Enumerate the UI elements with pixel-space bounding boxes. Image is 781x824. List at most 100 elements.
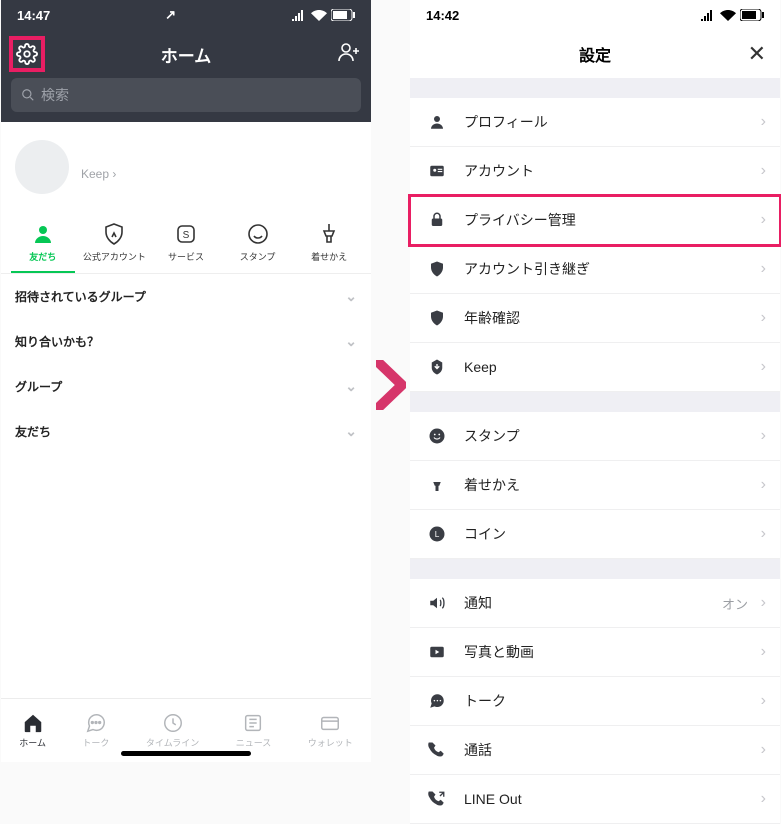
settings-row-download[interactable]: Keep› bbox=[410, 343, 780, 392]
row-friends[interactable]: 友だち⌄ bbox=[1, 409, 371, 454]
status-bar: 14:47 ↗ bbox=[1, 0, 371, 30]
lock-icon bbox=[426, 211, 448, 229]
tab-friends[interactable]: 友だち bbox=[11, 222, 75, 273]
chevron-right-icon: › bbox=[761, 741, 766, 759]
close-button[interactable]: ✕ bbox=[748, 41, 766, 67]
settings-row-label: 年齢確認 bbox=[464, 308, 520, 328]
settings-row-smile[interactable]: スタンプ › bbox=[410, 412, 780, 461]
bt-news[interactable]: ニュース bbox=[236, 712, 272, 749]
settings-row-label: 写真と動画 bbox=[464, 642, 534, 662]
shield-icon bbox=[426, 309, 448, 327]
row-groups[interactable]: グループ⌄ bbox=[1, 364, 371, 409]
status-bar: 14:42 bbox=[410, 0, 780, 30]
status-icons bbox=[291, 9, 355, 21]
status-icons bbox=[700, 9, 764, 21]
id-icon bbox=[426, 162, 448, 180]
add-friend-button[interactable] bbox=[337, 40, 361, 69]
chevron-right-icon: › bbox=[761, 162, 766, 180]
settings-row-side: オン bbox=[722, 594, 748, 613]
phone-home-screen: 14:47 ↗ ホーム 検索 Keep 友だち bbox=[1, 0, 371, 762]
chevron-right-icon: › bbox=[761, 113, 766, 131]
section-gap bbox=[410, 559, 780, 579]
settings-button[interactable] bbox=[11, 38, 43, 70]
section-gap bbox=[410, 78, 780, 98]
row-invited-groups[interactable]: 招待されているグループ⌄ bbox=[1, 274, 371, 319]
chevron-right-icon: › bbox=[761, 309, 766, 327]
bt-talk[interactable]: トーク bbox=[82, 712, 109, 749]
bt-timeline[interactable]: タイムライン bbox=[146, 712, 199, 749]
bt-wallet[interactable]: ウォレット bbox=[308, 712, 353, 749]
chevron-right-icon: › bbox=[761, 427, 766, 445]
tab-official[interactable]: 公式アカウント bbox=[82, 222, 146, 273]
settings-row-label: 通話 bbox=[464, 740, 492, 760]
settings-row-label: プロフィール bbox=[464, 112, 548, 132]
settings-row-label: スタンプ bbox=[464, 426, 520, 446]
settings-row-label: トーク bbox=[464, 691, 506, 711]
shield-icon bbox=[102, 222, 126, 246]
settings-row-label: アカウント bbox=[464, 161, 534, 181]
nav-bar: 設定 ✕ bbox=[410, 30, 780, 78]
media-icon bbox=[426, 643, 448, 661]
settings-row-label: プライバシー管理 bbox=[464, 210, 576, 230]
chevron-right-icon: › bbox=[761, 692, 766, 710]
news-icon bbox=[242, 712, 264, 734]
chat-icon bbox=[426, 692, 448, 710]
clock-icon bbox=[162, 712, 184, 734]
settings-row-phone-out[interactable]: LINE Out› bbox=[410, 775, 780, 824]
settings-row-label: 着せかえ bbox=[464, 475, 520, 495]
settings-row-shield[interactable]: 年齢確認 › bbox=[410, 294, 780, 343]
chevron-down-icon: ⌄ bbox=[345, 378, 357, 395]
home-indicator bbox=[121, 751, 251, 756]
wallet-icon bbox=[319, 712, 341, 734]
keep-link[interactable]: Keep bbox=[81, 167, 116, 181]
tab-stamp[interactable]: スタンプ bbox=[226, 222, 290, 273]
shield-icon bbox=[426, 260, 448, 278]
settings-row-chat[interactable]: トーク › bbox=[410, 677, 780, 726]
chevron-right-icon: › bbox=[761, 643, 766, 661]
settings-row-label: 通知 bbox=[464, 593, 492, 613]
bt-home[interactable]: ホーム bbox=[19, 712, 46, 749]
chevron-down-icon: ⌄ bbox=[345, 288, 357, 305]
tab-theme[interactable]: 着せかえ bbox=[297, 222, 361, 273]
settings-row-lock[interactable]: プライバシー管理› bbox=[410, 196, 780, 245]
phone-icon bbox=[426, 741, 448, 759]
settings-row-brush[interactable]: 着せかえ › bbox=[410, 461, 780, 510]
coin-icon: L bbox=[426, 525, 448, 543]
settings-row-shield[interactable]: アカウント引き継ぎ› bbox=[410, 245, 780, 294]
settings-row-id[interactable]: アカウント › bbox=[410, 147, 780, 196]
arrow-right-icon bbox=[376, 360, 406, 410]
avatar bbox=[15, 140, 69, 194]
settings-list: プロフィール›アカウント›プライバシー管理›アカウント引き継ぎ›年齢確認›Kee… bbox=[410, 78, 780, 824]
profile-row[interactable]: Keep bbox=[1, 122, 371, 212]
search-bar: 検索 bbox=[1, 78, 371, 122]
page-title: 設定 bbox=[579, 42, 611, 66]
chevron-right-icon: › bbox=[761, 260, 766, 278]
smile-icon bbox=[426, 427, 448, 445]
speaker-icon bbox=[426, 594, 448, 612]
settings-row-media[interactable]: 写真と動画 › bbox=[410, 628, 780, 677]
home-tabs: 友だち 公式アカウント S サービス スタンプ 着せかえ bbox=[1, 212, 371, 274]
status-time: 14:42 bbox=[426, 8, 459, 23]
nav-bar: ホーム bbox=[1, 30, 371, 78]
chat-icon bbox=[85, 712, 107, 734]
status-time: 14:47 bbox=[17, 8, 50, 23]
service-icon: S bbox=[174, 222, 198, 246]
chevron-right-icon: › bbox=[761, 476, 766, 494]
tab-service[interactable]: S サービス bbox=[154, 222, 218, 273]
search-input[interactable]: 検索 bbox=[11, 78, 361, 112]
settings-row-phone[interactable]: 通話 › bbox=[410, 726, 780, 775]
person-icon bbox=[426, 113, 448, 131]
settings-row-speaker[interactable]: 通知オン› bbox=[410, 579, 780, 628]
svg-text:L: L bbox=[435, 530, 440, 539]
person-icon bbox=[31, 222, 55, 246]
search-icon bbox=[21, 88, 35, 102]
settings-row-person[interactable]: プロフィール › bbox=[410, 98, 780, 147]
settings-row-label: コイン bbox=[464, 524, 506, 544]
brush-icon bbox=[426, 476, 448, 494]
expand-list: 招待されているグループ⌄ 知り合いかも？⌄ グループ⌄ 友だち⌄ bbox=[1, 274, 371, 454]
settings-row-label: LINE Out bbox=[464, 791, 522, 807]
download-icon bbox=[426, 358, 448, 376]
row-maybe-know[interactable]: 知り合いかも？⌄ bbox=[1, 319, 371, 364]
settings-row-coin[interactable]: Lコイン› bbox=[410, 510, 780, 559]
phone-settings-screen: 14:42 設定 ✕ プロフィール›アカウント›プライバシー管理›アカウント引き… bbox=[410, 0, 780, 762]
